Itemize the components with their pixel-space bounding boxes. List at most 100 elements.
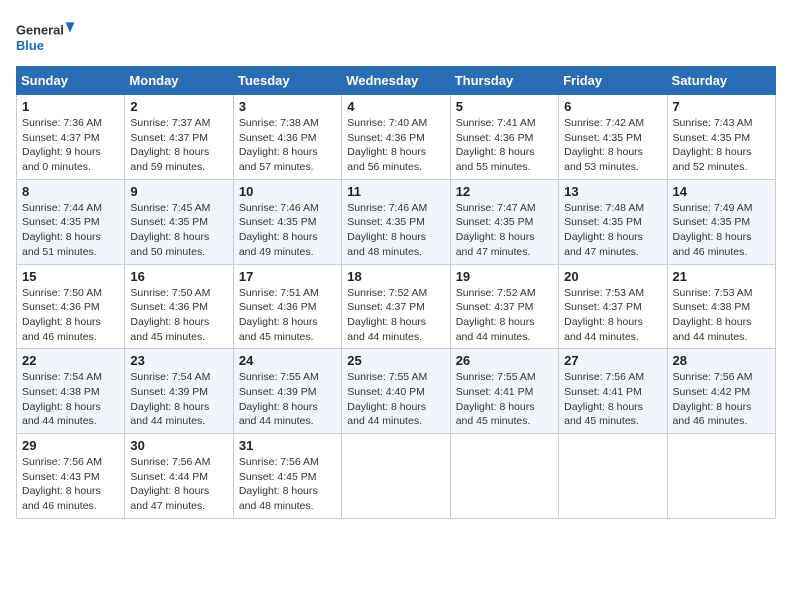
day-number: 6 [564,99,661,114]
day-info: Sunrise: 7:43 AMSunset: 4:35 PMDaylight:… [673,116,770,175]
calendar-header-cell: Friday [559,67,667,95]
calendar-header-cell: Tuesday [233,67,341,95]
day-info: Sunrise: 7:56 AMSunset: 4:41 PMDaylight:… [564,370,661,429]
day-number: 12 [456,184,553,199]
calendar-cell: 5 Sunrise: 7:41 AMSunset: 4:36 PMDaylight… [450,95,558,180]
day-number: 3 [239,99,336,114]
day-number: 30 [130,438,227,453]
calendar-cell: 2Sunrise: 7:37 AMSunset: 4:37 PMDaylight… [125,95,233,180]
day-info: Sunrise: 7:45 AMSunset: 4:35 PMDaylight:… [130,201,227,260]
calendar-week-row: 15 Sunrise: 7:50 AMSunset: 4:36 PMDayligh… [17,264,776,349]
calendar-cell: 21 Sunrise: 7:53 AMSunset: 4:38 PMDayligh… [667,264,775,349]
day-info: Sunrise: 7:52 AMSunset: 4:37 PMDaylight:… [456,286,553,345]
day-number: 19 [456,269,553,284]
day-info: Sunrise: 7:53 AMSunset: 4:38 PMDaylight:… [673,286,770,345]
day-info: Sunrise: 7:56 AMSunset: 4:44 PMDaylight:… [130,455,227,514]
calendar-table: SundayMondayTuesdayWednesdayThursdayFrid… [16,66,776,519]
calendar-cell: 18Sunrise: 7:52 AMSunset: 4:37 PMDayligh… [342,264,450,349]
svg-text:General: General [16,22,64,37]
calendar-cell: 11Sunrise: 7:46 AMSunset: 4:35 PMDayligh… [342,179,450,264]
calendar-week-row: 8 Sunrise: 7:44 AMSunset: 4:35 PMDaylight… [17,179,776,264]
day-info: Sunrise: 7:56 AMSunset: 4:42 PMDaylight:… [673,370,770,429]
svg-text:Blue: Blue [16,38,44,53]
calendar-cell: 15 Sunrise: 7:50 AMSunset: 4:36 PMDayligh… [17,264,125,349]
day-info: Sunrise: 7:56 AMSunset: 4:43 PMDaylight:… [22,455,119,514]
day-number: 13 [564,184,661,199]
calendar-header-cell: Wednesday [342,67,450,95]
day-info: Sunrise: 7:46 AMSunset: 4:35 PMDaylight:… [239,201,336,260]
calendar-week-row: 1 Sunrise: 7:36 AMSunset: 4:37 PMDaylight… [17,95,776,180]
calendar-cell: 20 Sunrise: 7:53 AMSunset: 4:37 PMDayligh… [559,264,667,349]
calendar-cell: 12Sunrise: 7:47 AMSunset: 4:35 PMDayligh… [450,179,558,264]
calendar-week-row: 22 Sunrise: 7:54 AMSunset: 4:38 PMDayligh… [17,349,776,434]
day-info: Sunrise: 7:54 AMSunset: 4:38 PMDaylight:… [22,370,119,429]
calendar-cell: 28 Sunrise: 7:56 AMSunset: 4:42 PMDayligh… [667,349,775,434]
day-info: Sunrise: 7:50 AMSunset: 4:36 PMDaylight:… [22,286,119,345]
calendar-cell: 31Sunrise: 7:56 AMSunset: 4:45 PMDayligh… [233,434,341,519]
calendar-cell: 9 Sunrise: 7:45 AMSunset: 4:35 PMDaylight… [125,179,233,264]
calendar-cell: 25Sunrise: 7:55 AMSunset: 4:40 PMDayligh… [342,349,450,434]
day-number: 27 [564,353,661,368]
calendar-cell: 4Sunrise: 7:40 AMSunset: 4:36 PMDaylight… [342,95,450,180]
day-number: 8 [22,184,119,199]
calendar-body: 1 Sunrise: 7:36 AMSunset: 4:37 PMDaylight… [17,95,776,519]
day-number: 10 [239,184,336,199]
calendar-cell: 22 Sunrise: 7:54 AMSunset: 4:38 PMDayligh… [17,349,125,434]
day-info: Sunrise: 7:48 AMSunset: 4:35 PMDaylight:… [564,201,661,260]
day-number: 22 [22,353,119,368]
calendar-cell [342,434,450,519]
calendar-header-cell: Sunday [17,67,125,95]
day-info: Sunrise: 7:55 AMSunset: 4:40 PMDaylight:… [347,370,444,429]
day-info: Sunrise: 7:53 AMSunset: 4:37 PMDaylight:… [564,286,661,345]
calendar-header-cell: Thursday [450,67,558,95]
day-number: 23 [130,353,227,368]
calendar-cell: 16Sunrise: 7:50 AMSunset: 4:36 PMDayligh… [125,264,233,349]
day-info: Sunrise: 7:55 AMSunset: 4:41 PMDaylight:… [456,370,553,429]
day-info: Sunrise: 7:37 AMSunset: 4:37 PMDaylight:… [130,116,227,175]
calendar-week-row: 29 Sunrise: 7:56 AMSunset: 4:43 PMDayligh… [17,434,776,519]
day-number: 21 [673,269,770,284]
day-number: 15 [22,269,119,284]
calendar-cell: 17Sunrise: 7:51 AMSunset: 4:36 PMDayligh… [233,264,341,349]
day-number: 7 [673,99,770,114]
day-number: 20 [564,269,661,284]
day-info: Sunrise: 7:41 AMSunset: 4:36 PMDaylight:… [456,116,553,175]
logo-svg: General Blue [16,16,76,58]
day-info: Sunrise: 7:54 AMSunset: 4:39 PMDaylight:… [130,370,227,429]
day-number: 14 [673,184,770,199]
day-number: 29 [22,438,119,453]
calendar-cell [667,434,775,519]
calendar-cell: 6Sunrise: 7:42 AMSunset: 4:35 PMDaylight… [559,95,667,180]
day-info: Sunrise: 7:36 AMSunset: 4:37 PMDaylight:… [22,116,119,175]
day-info: Sunrise: 7:49 AMSunset: 4:35 PMDaylight:… [673,201,770,260]
calendar-cell: 30 Sunrise: 7:56 AMSunset: 4:44 PMDayligh… [125,434,233,519]
day-info: Sunrise: 7:38 AMSunset: 4:36 PMDaylight:… [239,116,336,175]
day-info: Sunrise: 7:44 AMSunset: 4:35 PMDaylight:… [22,201,119,260]
page-header: General Blue [16,16,776,58]
day-info: Sunrise: 7:50 AMSunset: 4:36 PMDaylight:… [130,286,227,345]
calendar-cell: 1 Sunrise: 7:36 AMSunset: 4:37 PMDaylight… [17,95,125,180]
day-number: 26 [456,353,553,368]
day-number: 9 [130,184,227,199]
day-number: 5 [456,99,553,114]
calendar-cell: 3 Sunrise: 7:38 AMSunset: 4:36 PMDaylight… [233,95,341,180]
day-number: 24 [239,353,336,368]
calendar-cell: 7 Sunrise: 7:43 AMSunset: 4:35 PMDaylight… [667,95,775,180]
calendar-cell: 19 Sunrise: 7:52 AMSunset: 4:37 PMDayligh… [450,264,558,349]
day-info: Sunrise: 7:40 AMSunset: 4:36 PMDaylight:… [347,116,444,175]
calendar-cell [450,434,558,519]
day-number: 31 [239,438,336,453]
calendar-header-row: SundayMondayTuesdayWednesdayThursdayFrid… [17,67,776,95]
calendar-header-cell: Saturday [667,67,775,95]
calendar-header-cell: Monday [125,67,233,95]
day-number: 17 [239,269,336,284]
day-number: 28 [673,353,770,368]
calendar-cell: 13 Sunrise: 7:48 AMSunset: 4:35 PMDayligh… [559,179,667,264]
calendar-cell: 26 Sunrise: 7:55 AMSunset: 4:41 PMDayligh… [450,349,558,434]
calendar-cell: 10 Sunrise: 7:46 AMSunset: 4:35 PMDayligh… [233,179,341,264]
calendar-cell: 29 Sunrise: 7:56 AMSunset: 4:43 PMDayligh… [17,434,125,519]
day-info: Sunrise: 7:52 AMSunset: 4:37 PMDaylight:… [347,286,444,345]
calendar-cell: 27 Sunrise: 7:56 AMSunset: 4:41 PMDayligh… [559,349,667,434]
calendar-cell: 24Sunrise: 7:55 AMSunset: 4:39 PMDayligh… [233,349,341,434]
day-number: 1 [22,99,119,114]
